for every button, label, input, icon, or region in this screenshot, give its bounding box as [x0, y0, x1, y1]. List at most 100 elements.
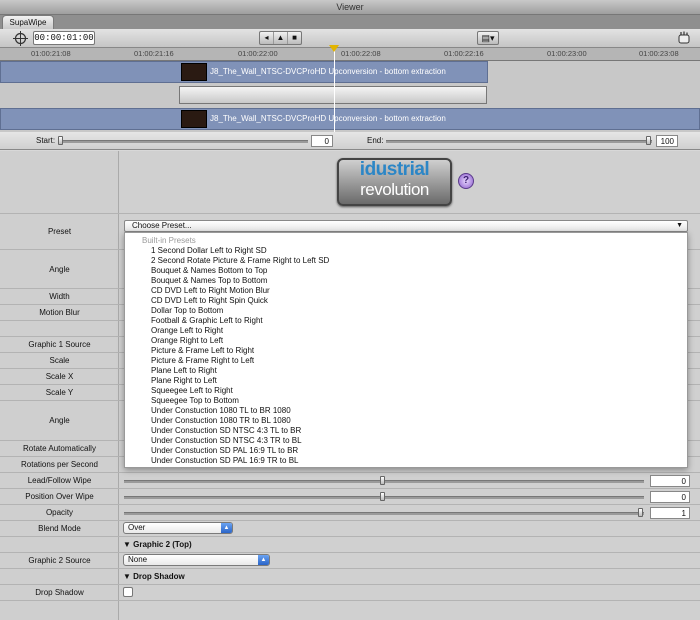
position-over-knob[interactable] [380, 492, 385, 501]
view-tool-group[interactable]: ◂ ▲ ■ [259, 31, 302, 45]
preset-option[interactable]: Under Constuction 1080 TR to BL 1080 [151, 416, 291, 425]
ruler-tick: 01:00:22:08 [341, 49, 381, 58]
clip-thumbnail [181, 63, 207, 82]
timecode-field[interactable]: 00:00:01:00 [33, 31, 95, 45]
row-divider [0, 520, 700, 521]
outgoing-clip[interactable]: J8_The_Wall_NTSC-DVCProHD Upconversion -… [0, 61, 488, 83]
ruler-tick: 01:00:21:16 [134, 49, 174, 58]
preset-option[interactable]: Plane Left to Right [151, 366, 217, 375]
select-tool-icon[interactable]: ◂ [260, 32, 274, 44]
preset-option[interactable]: Squeegee Left to Right [151, 386, 233, 395]
preset-option[interactable]: Under Constuction 1080 TL to BR 1080 [151, 406, 291, 415]
playhead-line[interactable] [334, 48, 335, 132]
menu-group-header: Built-in Presets [142, 236, 196, 245]
distort-tool-icon[interactable]: ■ [288, 32, 301, 44]
logo-line1: idustrial [359, 159, 430, 180]
updown-icon: ▲ [258, 555, 269, 565]
graphic2-section-header[interactable]: ▼ Graphic 2 (Top) [123, 540, 192, 549]
tab-supawipe[interactable]: SupaWipe [2, 15, 54, 29]
preset-option[interactable]: Under Constuction SD NTSC 4:3 TR to BL [151, 436, 302, 445]
start-slider[interactable] [58, 140, 308, 143]
scale-x-label: Scale X [45, 372, 74, 381]
end-label: End: [367, 136, 384, 145]
preset-option[interactable]: Plane Right to Left [151, 376, 217, 385]
preset-option[interactable]: CD DVD Left to Right Spin Quick [151, 296, 268, 305]
preset-dropdown-menu: Built-in Presets 1 Second Dollar Left to… [124, 232, 688, 468]
drop-shadow-label: Drop Shadow [35, 588, 84, 597]
end-value-field[interactable]: 100 [656, 135, 678, 147]
drop-shadow-section-header[interactable]: ▼ Drop Shadow [123, 572, 185, 581]
rotate-automatically-label: Rotate Automatically [23, 444, 96, 453]
updown-icon: ▲ [221, 523, 232, 533]
disclosure-triangle-icon: ▼ [123, 540, 134, 549]
drop-shadow-section-title: Drop Shadow [133, 572, 185, 581]
playhead[interactable] [329, 45, 339, 52]
ruler-tick: 01:00:23:08 [639, 49, 679, 58]
drop-shadow-checkbox[interactable] [123, 587, 133, 597]
chevron-down-icon: ▼ [676, 222, 683, 229]
opacity-slider[interactable] [124, 512, 644, 515]
blend-mode-value: Over [128, 523, 146, 532]
opacity-value[interactable]: 1 [650, 507, 690, 519]
crop-tool-icon[interactable]: ▲ [274, 32, 288, 44]
lead-follow-value[interactable]: 0 [650, 475, 690, 487]
opacity-knob[interactable] [638, 508, 643, 517]
graphic1-source-label: Graphic 1 Source [28, 340, 91, 349]
help-icon[interactable]: ? [458, 173, 474, 189]
tab-bar [0, 15, 700, 29]
row-divider [0, 600, 700, 601]
start-value-field[interactable]: 0 [311, 135, 333, 147]
preset-option[interactable]: Under Constuction SD PAL 16:9 TL to BR [151, 446, 298, 455]
preset-option[interactable]: Bouquet & Names Top to Bottom [151, 276, 267, 285]
angle-label: Angle [49, 265, 70, 274]
clip-name: J8_The_Wall_NTSC-DVCProHD Upconversion -… [210, 114, 446, 123]
parameter-label-column [0, 151, 119, 620]
preset-option[interactable]: 1 Second Dollar Left to Right SD [151, 246, 267, 255]
crosshair-icon[interactable] [12, 30, 28, 46]
preset-option[interactable]: 2 Second Rotate Picture & Frame Right to… [151, 256, 329, 265]
width-label: Width [49, 292, 70, 301]
scale-y-label: Scale Y [45, 388, 74, 397]
clip-thumbnail [181, 110, 207, 129]
lead-follow-label: Lead/Follow Wipe [27, 476, 92, 485]
opacity-label: Opacity [45, 508, 74, 517]
row-divider [0, 584, 700, 585]
preset-option[interactable]: Under Constuction SD PAL 16:9 TR to BL [151, 456, 298, 465]
timeline-ruler[interactable]: 01:00:21:08 01:00:21:16 01:00:22:00 01:0… [0, 48, 700, 61]
blend-mode-popup[interactable]: Over ▲ [123, 522, 233, 534]
preset-select[interactable]: Choose Preset... ▼ [124, 220, 688, 232]
preset-option[interactable]: Squeegee Top to Bottom [151, 396, 239, 405]
preset-option[interactable]: Picture & Frame Right to Left [151, 356, 254, 365]
graphic2-source-value: None [128, 555, 148, 564]
transition-bar[interactable] [179, 86, 487, 104]
row-divider [0, 552, 700, 553]
hand-tool-icon[interactable] [676, 30, 694, 46]
row-divider [0, 472, 700, 473]
motion-blur-label: Motion Blur [39, 308, 80, 317]
logo-line2: revolution [360, 180, 429, 199]
end-slider[interactable] [386, 140, 652, 143]
preset-option[interactable]: Orange Left to Right [151, 326, 223, 335]
graphic2-source-label: Graphic 2 Source [28, 556, 91, 565]
row-divider [0, 213, 700, 214]
preset-option[interactable]: Picture & Frame Left to Right [151, 346, 254, 355]
position-over-value[interactable]: 0 [650, 491, 690, 503]
incoming-clip[interactable]: J8_The_Wall_NTSC-DVCProHD Upconversion -… [0, 108, 700, 130]
graphic2-source-popup[interactable]: None ▲ [123, 554, 270, 566]
graphic2-section-title: Graphic 2 (Top) [133, 540, 192, 549]
preset-option[interactable]: Football & Graphic Left to Right [151, 316, 263, 325]
keyframe-menu-button[interactable]: ▤▾ [477, 31, 499, 45]
preset-option[interactable]: Under Constuction SD NTSC 4:3 TL to BR [151, 426, 301, 435]
preset-option[interactable]: Orange Right to Left [151, 336, 223, 345]
scale-label: Scale [49, 356, 70, 365]
preset-option[interactable]: Dollar Top to Bottom [151, 306, 223, 315]
preset-option[interactable]: Bouquet & Names Bottom to Top [151, 266, 267, 275]
start-slider-knob[interactable] [58, 136, 63, 145]
end-slider-knob[interactable] [646, 136, 651, 145]
row-divider [0, 488, 700, 489]
ruler-tick: 01:00:23:00 [547, 49, 587, 58]
ruler-tick: 01:00:22:00 [238, 49, 278, 58]
lead-follow-knob[interactable] [380, 476, 385, 485]
row-divider [0, 536, 700, 537]
preset-option[interactable]: CD DVD Left to Right Motion Blur [151, 286, 270, 295]
